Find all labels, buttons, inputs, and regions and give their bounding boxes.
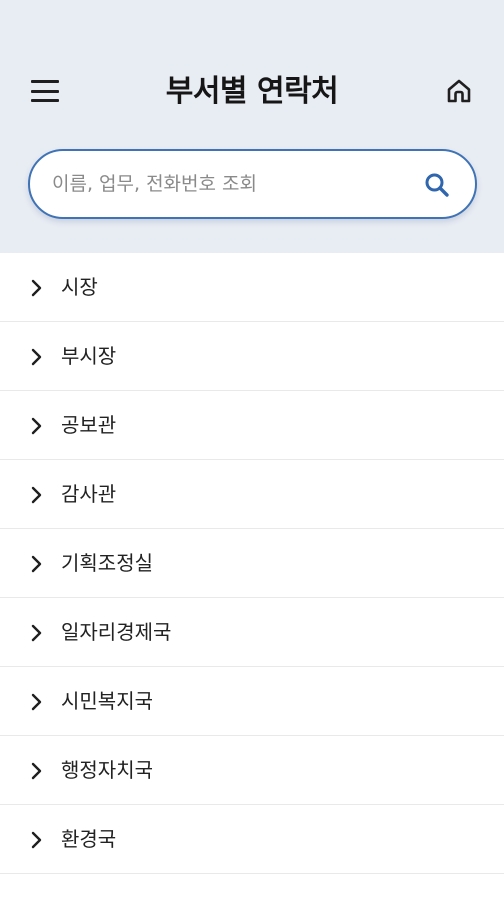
department-item[interactable]: 공보관 — [0, 391, 504, 460]
department-label: 감사관 — [61, 482, 117, 506]
chevron-right-icon — [31, 762, 42, 780]
chevron-right-icon — [31, 279, 42, 297]
department-item[interactable]: 환경국 — [0, 805, 504, 874]
chevron-right-icon — [31, 348, 42, 366]
menu-icon-bar — [31, 99, 59, 102]
department-item[interactable]: 부시장 — [0, 322, 504, 391]
chevron-right-icon — [31, 486, 42, 504]
search-icon — [425, 173, 449, 197]
department-list: 시장 부시장 공보관 감사관 기획조정실 일자리경제국 시민복지국 행정자치국 … — [0, 253, 504, 874]
chevron-right-icon — [31, 831, 42, 849]
department-item[interactable]: 기획조정실 — [0, 529, 504, 598]
search-button[interactable] — [422, 170, 452, 200]
menu-button[interactable] — [30, 78, 60, 104]
search-input[interactable] — [52, 151, 412, 217]
department-label: 시민복지국 — [61, 689, 153, 713]
department-item[interactable]: 감사관 — [0, 460, 504, 529]
chevron-right-icon — [31, 624, 42, 642]
home-button[interactable] — [444, 76, 474, 106]
department-item[interactable]: 시민복지국 — [0, 667, 504, 736]
menu-icon-bar — [31, 89, 59, 93]
department-item[interactable]: 일자리경제국 — [0, 598, 504, 667]
chevron-right-icon — [31, 417, 42, 435]
department-label: 부시장 — [61, 344, 117, 368]
chevron-right-icon — [31, 693, 42, 711]
department-label: 환경국 — [61, 827, 117, 851]
department-label: 행정자치국 — [61, 758, 153, 782]
home-icon — [447, 79, 471, 103]
app-header: 부서별 연락처 — [0, 0, 504, 253]
department-label: 공보관 — [61, 413, 117, 437]
menu-icon-bar — [31, 80, 59, 83]
department-label: 시장 — [61, 275, 98, 299]
page-title: 부서별 연락처 — [165, 74, 339, 109]
department-label: 기획조정실 — [61, 551, 153, 575]
department-item[interactable]: 시장 — [0, 253, 504, 322]
chevron-right-icon — [31, 555, 42, 573]
department-item[interactable]: 행정자치국 — [0, 736, 504, 805]
department-label: 일자리경제국 — [61, 620, 172, 644]
search-bar — [28, 149, 477, 219]
